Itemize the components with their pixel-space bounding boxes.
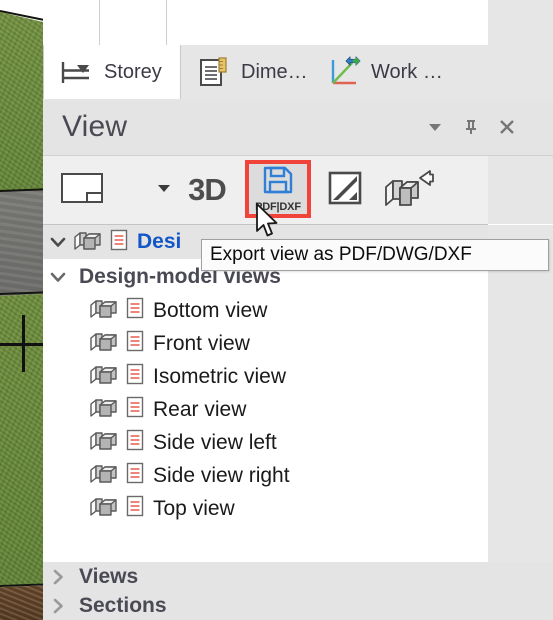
tab-workplane-label: Work … — [371, 60, 443, 83]
document-lines-icon — [125, 329, 145, 358]
new-view-icon — [59, 171, 105, 210]
view-toolbar: 3D PDF|DXF — [43, 156, 488, 225]
chevron-down-icon[interactable] — [43, 268, 73, 286]
chevron-right-icon[interactable] — [43, 597, 73, 615]
tree-item-label: Rear view — [153, 397, 247, 421]
save-floppy-icon — [262, 165, 294, 200]
image-render-icon — [325, 168, 365, 213]
tree-item-label: Side view right — [153, 463, 290, 487]
document-lines-icon — [125, 428, 145, 457]
model-box-icon — [89, 428, 119, 457]
tree-item-rear-view[interactable]: Rear view — [43, 393, 488, 426]
tree-item-front-view[interactable]: Front view — [43, 327, 488, 360]
document-lines-icon — [109, 228, 129, 257]
3d-label: 3D — [188, 172, 227, 207]
document-area-top — [43, 0, 488, 46]
tree-filler-right — [488, 225, 553, 562]
pin-icon — [461, 117, 481, 142]
tree-item-label: Front view — [153, 331, 250, 355]
page-title: View — [62, 110, 128, 143]
tab-strip: Storey Dime… Work … — [43, 45, 553, 101]
tree-item-side-view-left[interactable]: Side view left — [43, 426, 488, 459]
model-box-icon — [89, 494, 119, 523]
export-image-button[interactable] — [319, 162, 371, 218]
document-lines-icon — [125, 362, 145, 391]
document-area-top-right — [488, 0, 553, 45]
tree-item-side-view-right[interactable]: Side view right — [43, 459, 488, 492]
tree-item-label: Top view — [153, 496, 235, 520]
dimension-doc-icon — [195, 54, 231, 90]
caret-down-icon — [156, 180, 172, 201]
model-box-icon — [89, 296, 119, 325]
tooltip: Export view as PDF/DWG/DXF — [201, 239, 549, 271]
tree-item-isometric-view[interactable]: Isometric view — [43, 360, 488, 393]
chevron-right-icon[interactable] — [43, 568, 73, 586]
tree-group-label: Sections — [79, 593, 167, 617]
panel-close-button[interactable] — [494, 116, 520, 142]
tree-item-label: Side view left — [153, 430, 277, 454]
tab-dimension[interactable]: Dime… — [181, 45, 311, 99]
view-tree: Desi Design-model views Bottom view Fron… — [43, 225, 488, 562]
tree-item-label: Bottom view — [153, 298, 268, 322]
tree-collapsed-groups: Views Sections — [43, 562, 553, 620]
document-lines-icon — [125, 494, 145, 523]
document-lines-icon — [125, 395, 145, 424]
tree-item-label: Isometric view — [153, 364, 287, 388]
tree-group-label: Views — [79, 564, 139, 588]
tree-group-views[interactable]: Views — [43, 562, 553, 591]
model-box-icon — [89, 329, 119, 358]
tree-item-bottom-view[interactable]: Bottom view — [43, 294, 488, 327]
tree-row-design-model-label: Desi — [137, 230, 182, 253]
tab-workplane[interactable]: Work … — [311, 45, 486, 99]
model-box-icon — [89, 395, 119, 424]
divider — [166, 0, 167, 45]
storey-level-icon — [58, 54, 94, 90]
model-box-icon — [89, 461, 119, 490]
panel-pin-button[interactable] — [458, 116, 484, 142]
document-lines-icon — [125, 296, 145, 325]
export-pdf-dxf-button[interactable]: PDF|DXF — [245, 160, 311, 218]
panel-menu-button[interactable] — [422, 116, 448, 142]
chevron-down-icon[interactable] — [43, 233, 73, 251]
chevron-down-icon — [425, 117, 445, 142]
export-model-button[interactable] — [377, 162, 439, 218]
tab-storey-label: Storey — [104, 60, 162, 83]
tab-storey[interactable]: Storey — [43, 45, 181, 99]
close-icon — [497, 117, 517, 142]
tree-group-sections[interactable]: Sections — [43, 591, 553, 620]
model-box-icon — [89, 362, 119, 391]
document-lines-icon — [125, 461, 145, 490]
tree-item-top-view[interactable]: Top view — [43, 492, 488, 525]
model-export-icon — [382, 167, 434, 214]
export-pdf-dxf-label: PDF|DXF — [255, 201, 301, 213]
workplane-axes-icon — [325, 54, 361, 90]
new-view-button[interactable] — [53, 162, 111, 218]
view-dropdown-button[interactable] — [151, 162, 177, 218]
application-window: Storey Dime… Work … View 3D PDF|DXF Desi… — [0, 0, 553, 620]
model-box-icon — [73, 228, 103, 257]
3d-view-button[interactable]: 3D — [181, 162, 233, 218]
panel-header: View — [43, 100, 553, 156]
toolbar-filler-right — [488, 156, 553, 224]
tab-dimension-label: Dime… — [241, 60, 308, 83]
divider — [99, 0, 100, 45]
